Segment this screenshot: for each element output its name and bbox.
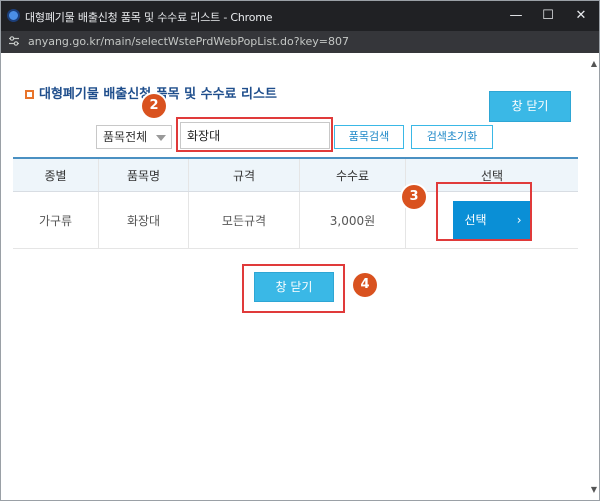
close-window-button[interactable]: ✕: [567, 5, 595, 27]
window-title: 대형폐기물 배출신청 품목 및 수수료 리스트 - Chrome: [25, 11, 273, 24]
col-header-spec: 규격: [188, 157, 300, 192]
highlight-box-select-button: [436, 182, 532, 241]
cell-type: 가구류: [13, 191, 99, 249]
col-header-type: 종별: [13, 157, 99, 192]
step-badge-4: 4: [353, 273, 377, 297]
step-badge-3: 3: [402, 185, 426, 209]
highlight-box-close-button: [242, 264, 345, 313]
item-search-button[interactable]: 품목검색: [334, 125, 404, 149]
title-bar: 대형폐기물 배출신청 품목 및 수수료 리스트 - Chrome — ☐ ✕: [1, 1, 599, 31]
highlight-box-search-input: [176, 117, 333, 152]
scroll-up-arrow[interactable]: ▲: [591, 59, 597, 68]
dropdown-arrow-icon: [156, 135, 166, 141]
browser-window: 대형폐기물 배출신청 품목 및 수수료 리스트 - Chrome — ☐ ✕ a…: [0, 0, 600, 501]
cell-name: 화장대: [98, 191, 189, 249]
col-header-name: 품목명: [98, 157, 189, 192]
category-select[interactable]: 품목전체: [96, 125, 172, 149]
url-text[interactable]: anyang.go.kr/main/selectWstePrdWebPopLis…: [28, 35, 349, 48]
scroll-down-arrow[interactable]: ▼: [591, 485, 597, 494]
cell-spec: 모든규격: [188, 191, 300, 249]
maximize-button[interactable]: ☐: [534, 5, 562, 27]
address-bar[interactable]: anyang.go.kr/main/selectWstePrdWebPopLis…: [1, 31, 599, 53]
category-select-value: 품목전체: [103, 130, 148, 144]
chrome-icon: [7, 9, 20, 22]
site-settings-icon[interactable]: [8, 35, 20, 47]
col-header-fee: 수수료: [299, 157, 406, 192]
title-bullet-icon: [25, 90, 34, 99]
minimize-button[interactable]: —: [502, 5, 530, 27]
search-reset-button[interactable]: 검색초기화: [411, 125, 493, 149]
close-window-top-button[interactable]: 창 닫기: [489, 91, 571, 122]
step-badge-2: 2: [142, 94, 166, 118]
cell-fee: 3,000원: [299, 191, 406, 249]
